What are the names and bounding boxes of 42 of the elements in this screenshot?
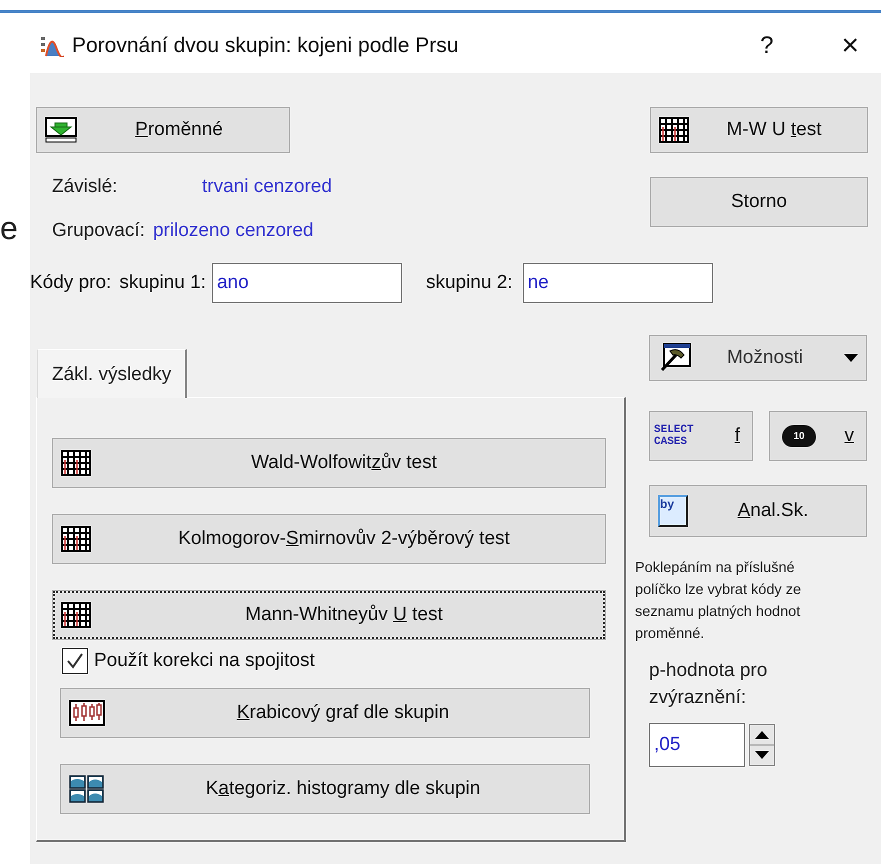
group-label: skupinu 2: [426,272,513,294]
close-button[interactable]: × [841,28,859,62]
p-value-label: p-hodnota pro zvýraznění: [649,659,768,710]
checkbox[interactable] [62,648,88,674]
hammer-icon [658,343,692,373]
tab[interactable]: Zákl. výsledky [37,349,188,398]
caret-icon [844,354,858,362]
chart-icon [40,34,64,56]
table-icon [61,526,91,552]
variable-label: Grupovací: [52,220,145,242]
help-button[interactable]: ? [760,32,774,60]
test-button[interactable]: Krabicový graf dle skupin [60,688,590,738]
test-button[interactable]: Wald-Wolfowitzův test [52,438,606,488]
codes-label: Kódy pro: [30,272,112,294]
checkbox-label: Použít korekci na spojitost [94,650,315,672]
variable-value: prilozeno cenzored [152,220,314,242]
window-title: Porovnání dvou skupin: kojeni podle Prsu [72,34,460,58]
test-button[interactable]: Kategoriz. histogramy dle skupin [60,764,590,814]
spinner[interactable] [749,724,775,766]
table-icon [659,117,689,143]
variable-label: Závislé: [52,176,118,198]
group-label: skupinu 1: [119,272,206,294]
variable-value: trvani cenzored [202,176,332,198]
group-code-field[interactable]: ne [522,263,713,303]
select-cases-button[interactable]: SELECT CASES f [649,411,753,461]
table-icon [61,602,91,628]
boxplot-icon [69,700,105,726]
mw-test-button[interactable]: M-W U test [650,107,868,153]
background-text: e [0,212,18,244]
histograms-icon [69,775,105,803]
hint-text: Poklepáním na příslušné políčko lze vybrat kódy ze seznamu platných hodnot proměnné. [635,559,802,644]
weight-button[interactable]: 10 v [769,411,867,461]
test-button[interactable]: Mann-Whitneyův U test [52,590,606,640]
options-button[interactable]: Možnosti [649,335,867,381]
group-code-field[interactable]: ano [212,263,402,303]
p-value-field[interactable]: ,05 [649,723,745,767]
by-group-button[interactable]: by Anal.Sk. [649,485,867,537]
monitor-arrow-icon [45,117,77,143]
cancel-button[interactable]: Storno [650,177,868,227]
variables-button[interactable]: Proměnné [36,107,290,153]
test-button[interactable]: Kolmogorov-Smirnovův 2-výběrový test [52,514,606,564]
table-icon [61,450,91,476]
